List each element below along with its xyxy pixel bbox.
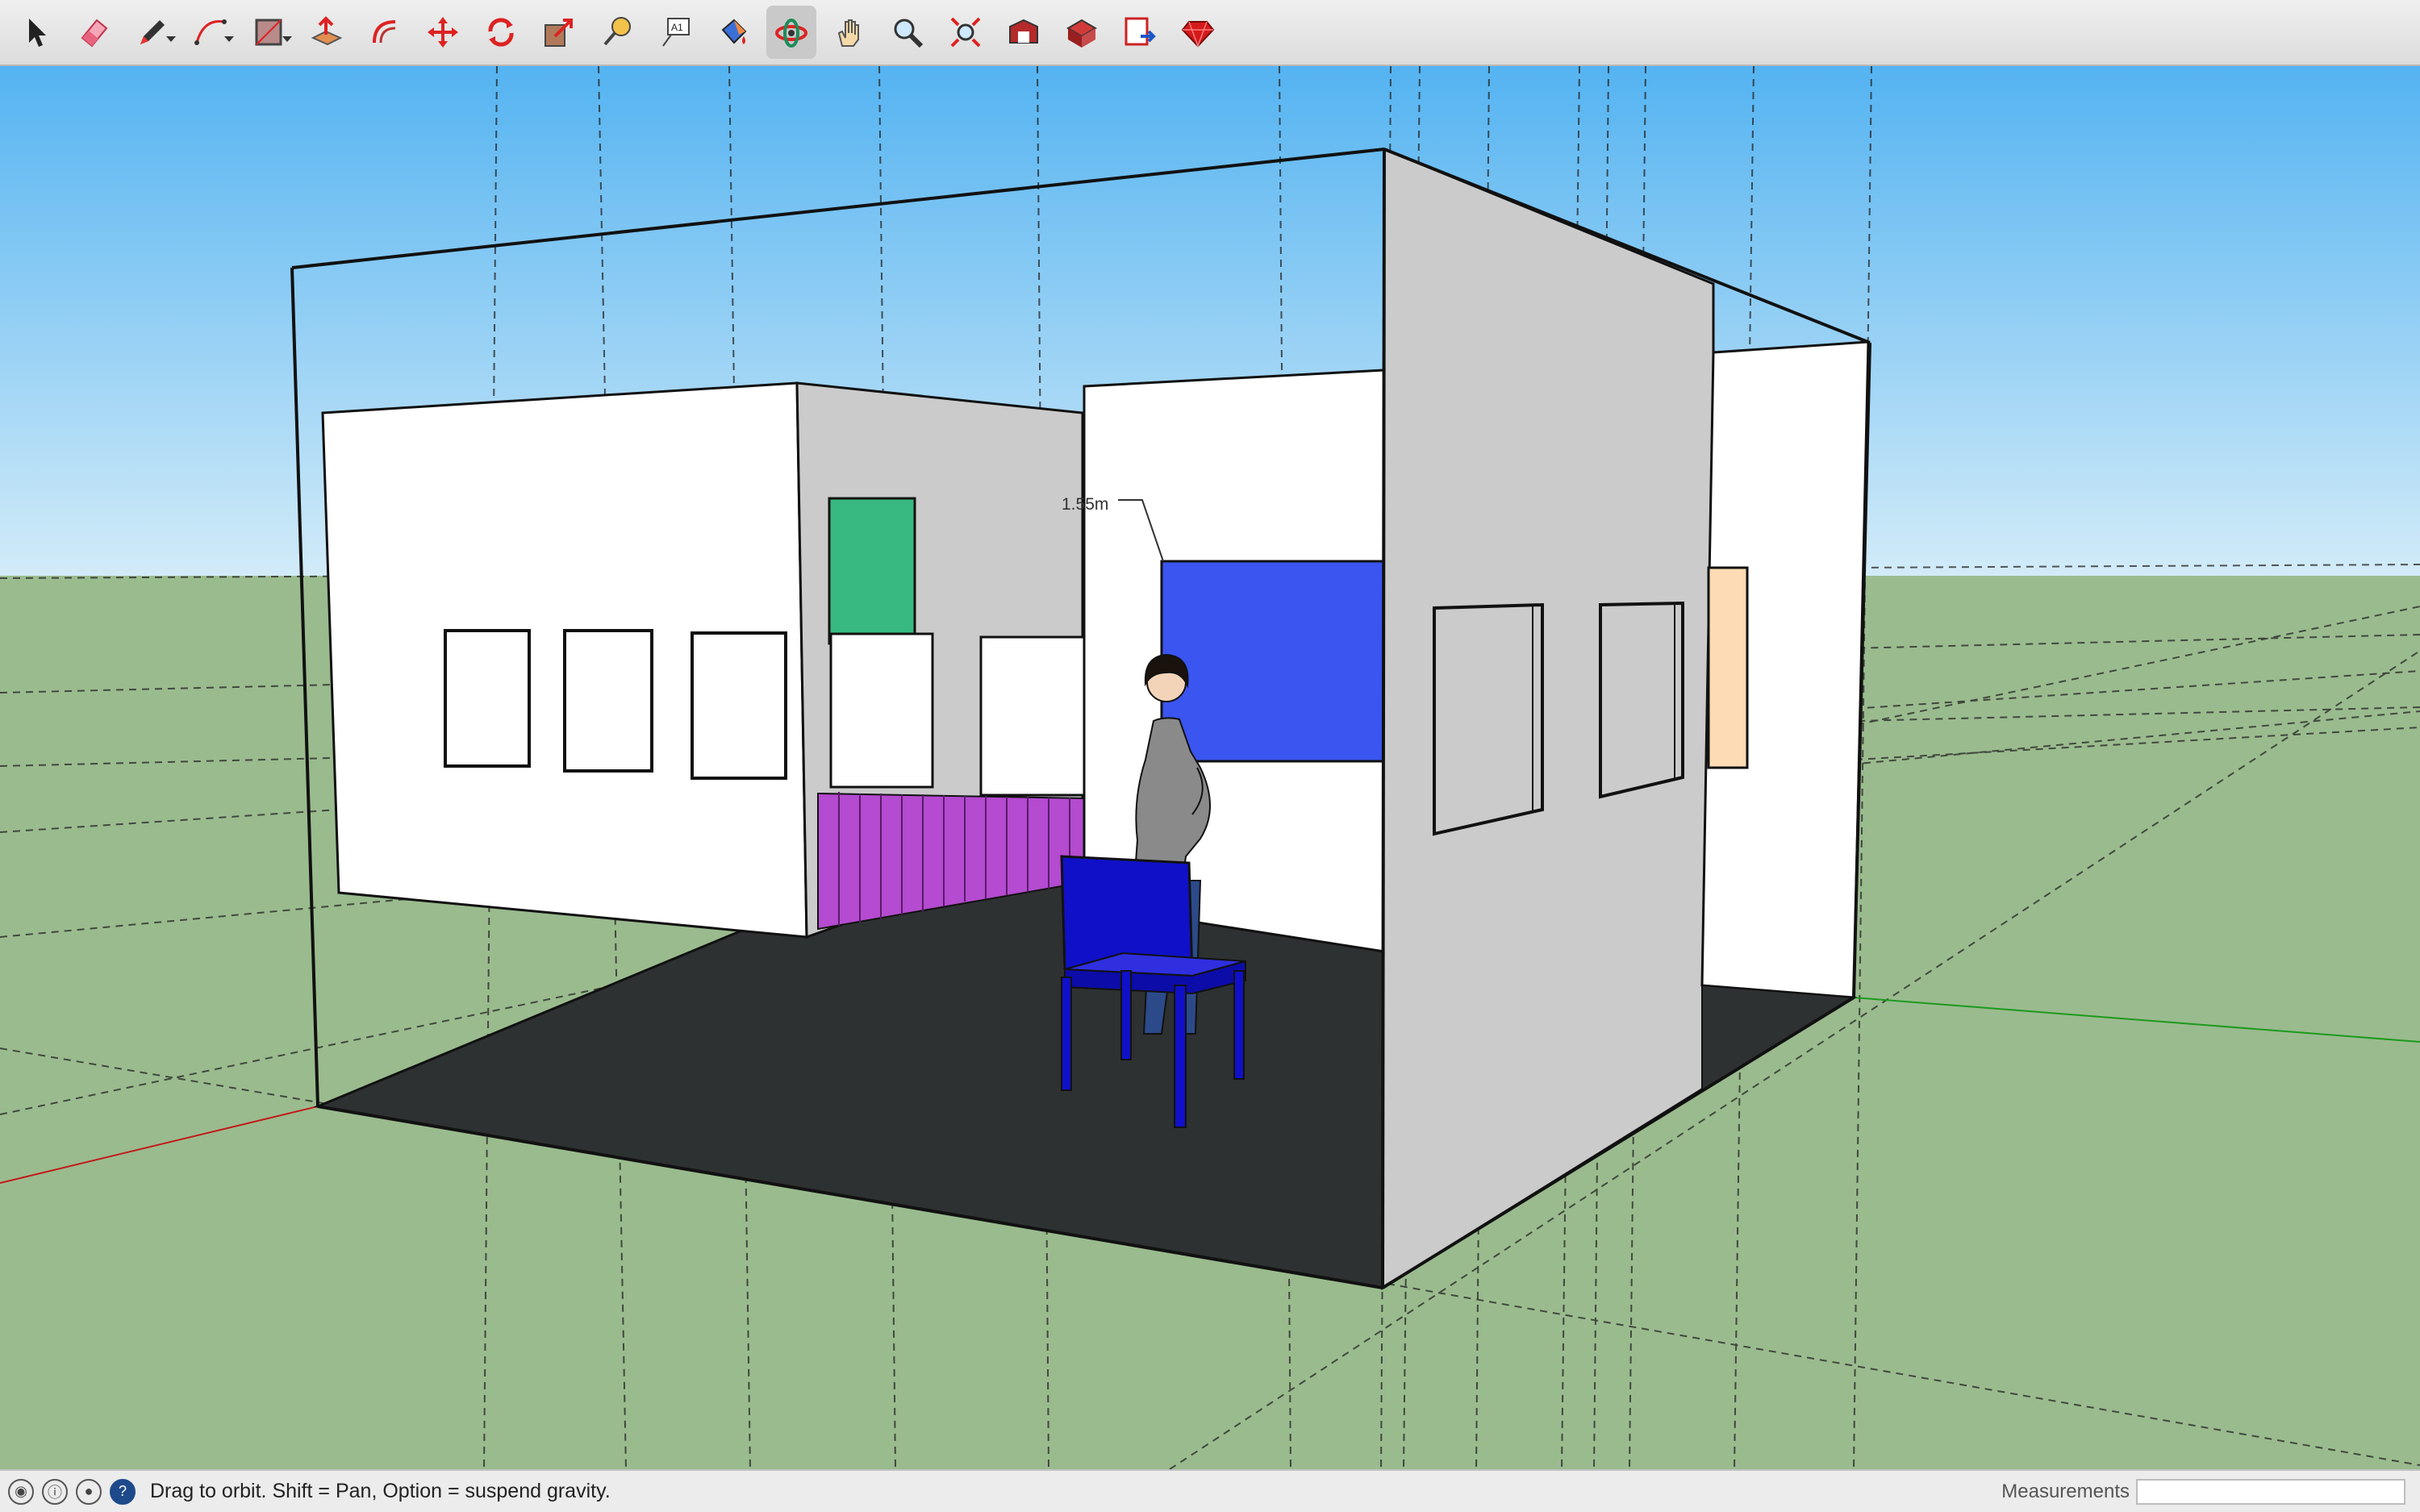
model-viewport[interactable]: 1.55m: [0, 66, 2420, 1469]
push-pull-icon[interactable]: [302, 6, 352, 59]
dimension-label[interactable]: 1.55m: [1062, 495, 1108, 514]
measurements-input[interactable]: [2136, 1478, 2405, 1505]
eraser-icon[interactable]: [69, 6, 119, 59]
select-icon[interactable]: [11, 6, 61, 59]
green-panel: [828, 497, 916, 645]
account-icon[interactable]: ●: [76, 1478, 102, 1505]
status-message: Drag to orbit. Shift = Pan, Option = sus…: [150, 1480, 611, 1502]
offset-icon[interactable]: [360, 6, 410, 59]
extension-warehouse-icon[interactable]: [1057, 6, 1107, 59]
rectangle-icon[interactable]: [244, 6, 294, 59]
geo-location-icon[interactable]: ◉: [8, 1478, 34, 1505]
blue-panel: [1160, 560, 1386, 763]
scene-canvas[interactable]: 1.55m: [0, 66, 2420, 1469]
arc-dropdown-icon[interactable]: [224, 36, 234, 42]
paint-bucket-icon[interactable]: [708, 6, 758, 59]
tape-measure-icon[interactable]: [592, 6, 642, 59]
zoom-icon[interactable]: [882, 6, 933, 59]
zoom-extents-icon[interactable]: [941, 6, 991, 59]
scale-icon[interactable]: [534, 6, 584, 59]
credits-icon[interactable]: ⓘ: [42, 1478, 68, 1505]
pan-icon[interactable]: [824, 6, 874, 59]
text-tool-glyph: A1: [671, 22, 683, 33]
send-to-layout-icon[interactable]: [1115, 6, 1165, 59]
pencil-dropdown-icon[interactable]: [166, 36, 176, 42]
pencil-icon[interactable]: [127, 6, 177, 59]
warehouse-icon[interactable]: [999, 6, 1049, 59]
measurements-label: Measurements: [2001, 1480, 2130, 1502]
orbit-icon[interactable]: [766, 6, 816, 59]
arc-icon[interactable]: [186, 6, 236, 59]
poster-1: [444, 629, 531, 768]
poster-3: [691, 631, 787, 780]
move-icon[interactable]: [418, 6, 468, 59]
rectangle-dropdown-icon[interactable]: [282, 36, 292, 42]
side-poster-2: [979, 635, 1092, 797]
main-toolbar: A1: [0, 0, 2420, 66]
text-icon[interactable]: A1: [650, 6, 700, 59]
help-icon[interactable]: ?: [110, 1478, 136, 1505]
ruby-console-icon[interactable]: [1173, 6, 1223, 59]
rotate-icon[interactable]: [476, 6, 526, 59]
side-poster-1: [829, 632, 934, 789]
peach-panel: [1707, 566, 1749, 769]
poster-2: [563, 629, 653, 773]
status-bar: ◉ ⓘ ● ? Drag to orbit. Shift = Pan, Opti…: [0, 1469, 2420, 1512]
